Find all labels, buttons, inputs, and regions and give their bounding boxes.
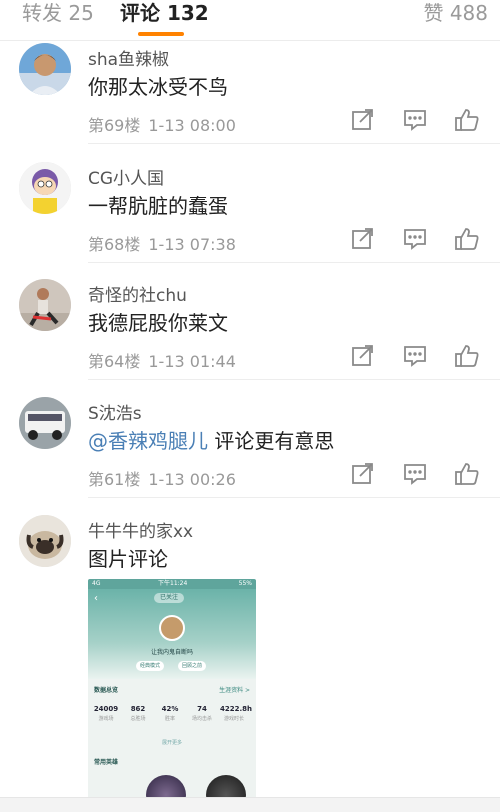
like-button[interactable]	[454, 226, 480, 252]
thumbs-up-icon	[455, 228, 479, 250]
thumbs-up-icon	[455, 109, 479, 131]
screenshot-stat: 24009 游戏场	[93, 705, 119, 722]
comment-username[interactable]: 牛牛牛的家xx	[88, 517, 193, 542]
screenshot-pill: 已关注	[154, 593, 184, 603]
screenshot-stats: 24009 游戏场 862 总胜场 42% 胜率 74 场均击杀 4222.8h 游戏时长	[92, 705, 252, 731]
comment-meta: 第69楼 1-13 08:00	[88, 112, 236, 136]
share-button[interactable]	[350, 107, 376, 133]
share-button[interactable]	[350, 343, 376, 369]
comment-meta: 第68楼 1-13 07:38	[88, 231, 236, 255]
divider	[88, 262, 500, 263]
screenshot-player-name: 让我内鬼自断吗	[150, 649, 193, 656]
thumbs-up-icon	[455, 345, 479, 367]
screenshot-stat: 74 场均击杀	[191, 705, 212, 722]
screenshot-more: 展开更多	[161, 740, 182, 746]
comment-text-rest: 评论更有意思	[208, 429, 335, 453]
comment-username[interactable]: CG小人国	[88, 164, 164, 189]
avatar[interactable]	[19, 162, 71, 214]
share-icon	[352, 345, 373, 366]
screenshot-status-bar: 4G 下午11:24 55%	[88, 579, 256, 589]
share-button[interactable]	[350, 226, 376, 252]
comment-time: 1-13 08:00	[148, 116, 236, 135]
divider	[88, 497, 500, 498]
comment-floor: 第69楼	[88, 116, 141, 135]
comment-icon	[404, 110, 426, 131]
comment-time: 1-13 07:38	[148, 235, 236, 254]
comment-text: 图片评论	[88, 547, 168, 571]
comment-time: 1-13 00:26	[148, 470, 236, 489]
screenshot-stat: 4222.8h 游戏时长	[220, 705, 252, 722]
screenshot-network: 4G	[92, 580, 101, 587]
comment-meta: 第64楼 1-13 01:44	[88, 348, 236, 372]
like-button[interactable]	[454, 461, 480, 487]
active-tab-indicator	[138, 32, 184, 36]
reply-button[interactable]	[402, 343, 428, 369]
comment-icon	[404, 229, 426, 250]
screenshot-time: 下午11:24	[158, 580, 188, 587]
reply-button[interactable]	[402, 226, 428, 252]
back-arrow-icon: ‹	[94, 593, 98, 604]
share-button[interactable]	[350, 461, 376, 487]
comment-image[interactable]: 4G 下午11:24 55% ‹ 已关注 让我内鬼自断吗 经典模式 回顾之前 数…	[88, 579, 256, 812]
mention-link[interactable]: @香辣鸡腿儿	[88, 429, 208, 453]
comment-actions	[350, 107, 480, 133]
comment-tabs: 转发 25 评论 132 赞 488	[0, 0, 500, 41]
screenshot-header: ‹ 已关注 让我内鬼自断吗 经典模式 回顾之前	[88, 589, 256, 679]
screenshot-section-title: 常用英雄	[94, 759, 119, 766]
screenshot-chip: 经典模式	[136, 661, 165, 671]
comment-floor: 第61楼	[88, 470, 141, 489]
reply-button[interactable]	[402, 107, 428, 133]
comment-text: 我德屁股你莱文	[88, 311, 228, 335]
thumbs-up-icon	[455, 463, 479, 485]
comment-floor: 第64楼	[88, 352, 141, 371]
comment-time: 1-13 01:44	[148, 352, 236, 371]
comment-text: 一帮肮脏的蠢蛋	[88, 194, 228, 218]
comment-actions	[350, 226, 480, 252]
share-icon	[352, 463, 373, 484]
screenshot-section-title: 数据总览	[94, 687, 119, 694]
divider	[0, 40, 500, 41]
comment-actions	[350, 461, 480, 487]
tab-likes[interactable]: 赞 488	[423, 0, 488, 26]
comment-text: @香辣鸡腿儿 评论更有意思	[88, 425, 334, 454]
bottom-bar	[0, 797, 500, 812]
share-icon	[352, 228, 373, 249]
reply-button[interactable]	[402, 461, 428, 487]
comment-username[interactable]: S沈浩s	[88, 399, 142, 424]
avatar[interactable]	[19, 515, 71, 567]
comment-meta: 第61楼 1-13 00:26	[88, 466, 236, 490]
like-button[interactable]	[454, 107, 480, 133]
comment-icon	[404, 464, 426, 485]
comment-floor: 第68楼	[88, 235, 141, 254]
divider	[88, 379, 500, 380]
avatar[interactable]	[19, 397, 71, 449]
comment-actions	[350, 343, 480, 369]
like-button[interactable]	[454, 343, 480, 369]
screenshot-section-link: 生涯资料 >	[219, 687, 250, 694]
screenshot-chip: 回顾之前	[178, 661, 207, 671]
comment-item: 牛牛牛的家xx 图片评论 4G 下午11:24 55% ‹ 已关注 让我内鬼自断…	[0, 515, 500, 812]
divider	[88, 143, 500, 144]
comment-text: 你那太冰受不鸟	[88, 75, 228, 99]
comment-username[interactable]: 奇怪的社chu	[88, 281, 187, 306]
avatar[interactable]	[19, 279, 71, 331]
comment-icon	[404, 346, 426, 367]
screenshot-stat: 42% 胜率	[161, 705, 179, 722]
tab-forward[interactable]: 转发 25	[22, 0, 94, 26]
screenshot-stat: 862 总胜场	[130, 705, 146, 722]
share-icon	[352, 109, 373, 130]
screenshot-battery: 55%	[238, 580, 252, 587]
screenshot-avatar	[159, 615, 185, 641]
comment-username[interactable]: sha鱼辣椒	[88, 45, 169, 70]
avatar[interactable]	[19, 43, 71, 95]
tab-comments[interactable]: 评论 132	[120, 0, 209, 26]
